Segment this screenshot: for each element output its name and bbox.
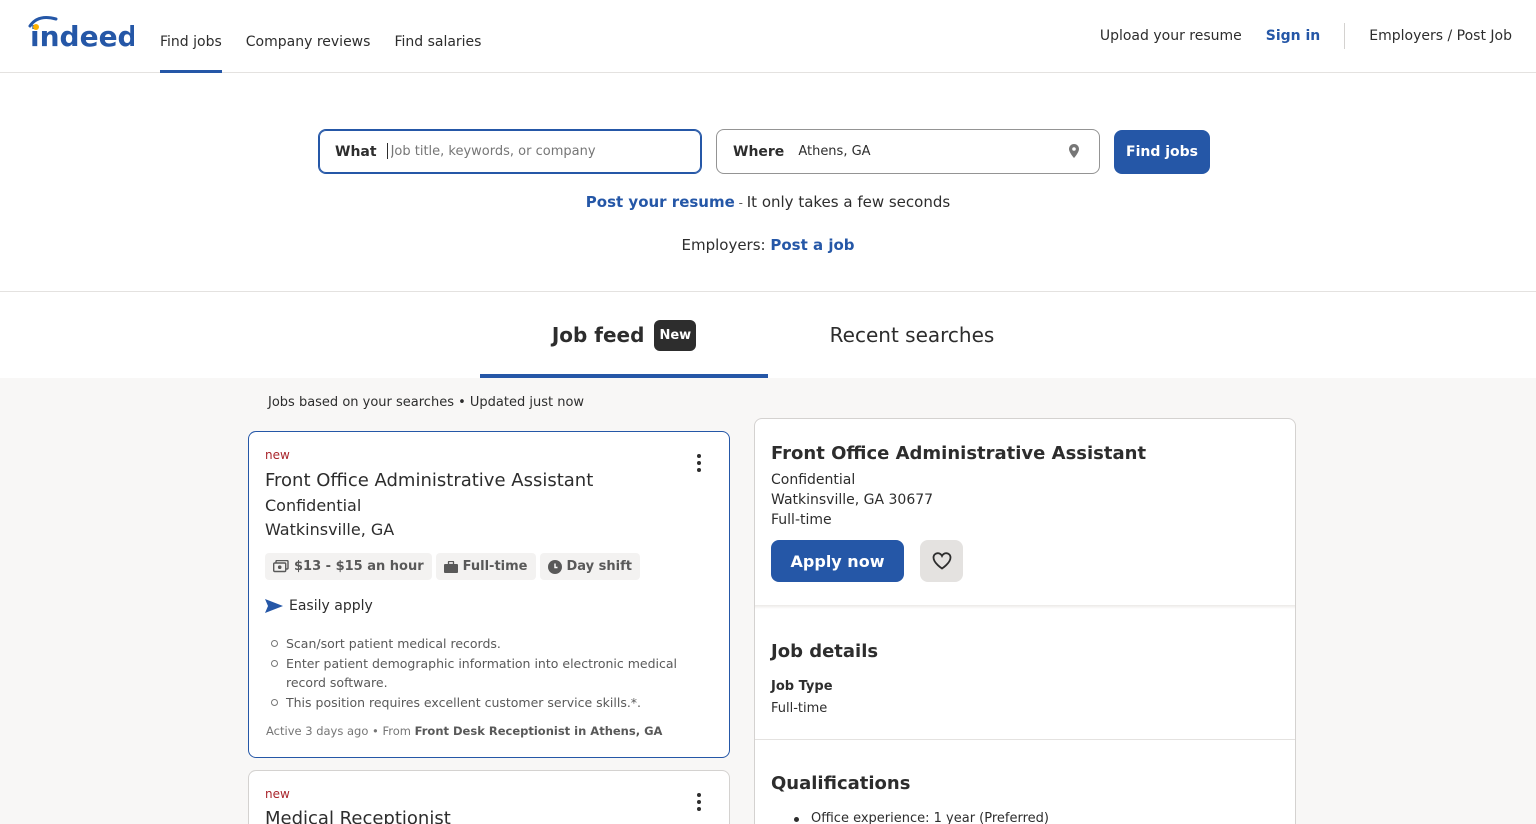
- job-title[interactable]: Medical Receptionist: [265, 808, 451, 824]
- nav-divider: [1344, 23, 1346, 49]
- job-detail-panel: Front Office Administrative Assistant Co…: [754, 418, 1296, 824]
- detail-divider: [755, 739, 1295, 740]
- money-icon: [273, 560, 289, 573]
- header-shadow: [755, 605, 1295, 609]
- employers-text: Employers:: [681, 236, 771, 254]
- feed-meta: Jobs based on your searches • Updated ju…: [268, 395, 585, 410]
- text-caret: [387, 143, 388, 159]
- tab-job-feed-label: Job feed: [551, 323, 645, 347]
- post-resume-link[interactable]: Post your resume: [586, 193, 735, 211]
- shift-text: Day shift: [566, 559, 632, 574]
- send-arrow-icon: [265, 599, 283, 613]
- nav-find-jobs[interactable]: Find jobs: [160, 0, 222, 73]
- briefcase-icon: [443, 560, 458, 573]
- source-search[interactable]: Front Desk Receptionist in Athens, GA: [415, 724, 663, 738]
- post-job-link[interactable]: Post a job: [770, 236, 854, 254]
- tab-job-feed[interactable]: Job feed New: [480, 292, 768, 378]
- job-details-heading: Job details: [771, 641, 879, 662]
- company-name: Confidential: [265, 496, 362, 515]
- more-options-icon[interactable]: [689, 791, 709, 815]
- where-input[interactable]: [798, 136, 1099, 167]
- job-type-label: Job Type: [771, 679, 833, 694]
- shift-tag: Day shift: [539, 553, 640, 580]
- promo-text: It only takes a few seconds: [746, 193, 951, 211]
- svg-text:indeed: indeed: [30, 20, 134, 52]
- nav-find-salaries[interactable]: Find salaries: [394, 0, 481, 72]
- more-options-icon[interactable]: [689, 452, 709, 476]
- what-label: What: [335, 143, 377, 160]
- detail-location: Watkinsville, GA 30677: [771, 492, 934, 508]
- new-label: new: [265, 787, 290, 801]
- save-job-button[interactable]: [920, 540, 963, 582]
- employers-promo: Employers: Post a job: [0, 236, 1536, 254]
- what-search-box[interactable]: What: [318, 129, 702, 174]
- job-card-footer: Active 3 days ago • From Front Desk Rece…: [266, 724, 662, 738]
- job-type-value: Full-time: [771, 701, 828, 716]
- main-nav: Find jobs Company reviews Find salaries: [160, 0, 505, 73]
- what-input[interactable]: [390, 136, 701, 167]
- where-search-box[interactable]: Where: [716, 129, 1100, 174]
- employers-link[interactable]: Employers / Post Job: [1369, 28, 1512, 44]
- qualifications-heading: Qualifications: [771, 773, 911, 794]
- detail-company: Confidential: [771, 472, 856, 488]
- nav-company-reviews[interactable]: Company reviews: [246, 0, 371, 72]
- sign-in-link[interactable]: Sign in: [1266, 28, 1321, 44]
- detail-job-title: Front Office Administrative Assistant: [771, 443, 1147, 464]
- detail-job-type: Full-time: [771, 512, 832, 528]
- snippet-item: Enter patient demographic information in…: [271, 654, 706, 692]
- tab-recent-searches-label: Recent searches: [829, 323, 995, 347]
- snippet-item: Scan/sort patient medical records.: [271, 634, 706, 653]
- job-tags: $13 - $15 an hour Full-time Day shift: [265, 553, 644, 580]
- upload-resume-link[interactable]: Upload your resume: [1100, 28, 1242, 44]
- active-date: Active 3 days ago • From: [266, 724, 415, 738]
- where-label: Where: [733, 143, 785, 160]
- account-nav: Upload your resume Sign in Employers / P…: [1100, 0, 1512, 72]
- salary-tag: $13 - $15 an hour: [265, 553, 432, 580]
- site-header: indeed Find jobs Company reviews Find sa…: [0, 0, 1536, 73]
- easily-apply-text: Easily apply: [289, 598, 373, 614]
- job-card[interactable]: new Medical Receptionist: [248, 770, 730, 824]
- clock-icon: [547, 559, 562, 574]
- promo-separator: -: [734, 196, 747, 210]
- easily-apply: Easily apply: [265, 598, 373, 614]
- job-title[interactable]: Front Office Administrative Assistant: [265, 470, 593, 491]
- qualification-item: Office experience: 1 year (Preferred): [794, 811, 1049, 824]
- salary-text: $13 - $15 an hour: [294, 559, 424, 574]
- snippet-item: This position requires excellent custome…: [271, 693, 706, 712]
- job-snippet: Scan/sort patient medical records. Enter…: [271, 634, 706, 713]
- find-jobs-button[interactable]: Find jobs: [1114, 130, 1210, 174]
- heart-icon: [932, 552, 951, 570]
- new-badge: New: [654, 319, 697, 351]
- indeed-logo[interactable]: indeed: [28, 16, 134, 52]
- post-resume-promo: Post your resume - It only takes a few s…: [0, 193, 1536, 211]
- job-card[interactable]: new Front Office Administrative Assistan…: [248, 431, 730, 758]
- job-location: Watkinsville, GA: [265, 520, 395, 539]
- apply-now-button[interactable]: Apply now: [771, 540, 904, 582]
- job-type-tag: Full-time: [435, 553, 536, 580]
- tab-recent-searches[interactable]: Recent searches: [768, 292, 1056, 378]
- new-label: new: [265, 448, 290, 462]
- location-pin-icon[interactable]: [1069, 144, 1079, 158]
- job-type-text: Full-time: [462, 559, 528, 574]
